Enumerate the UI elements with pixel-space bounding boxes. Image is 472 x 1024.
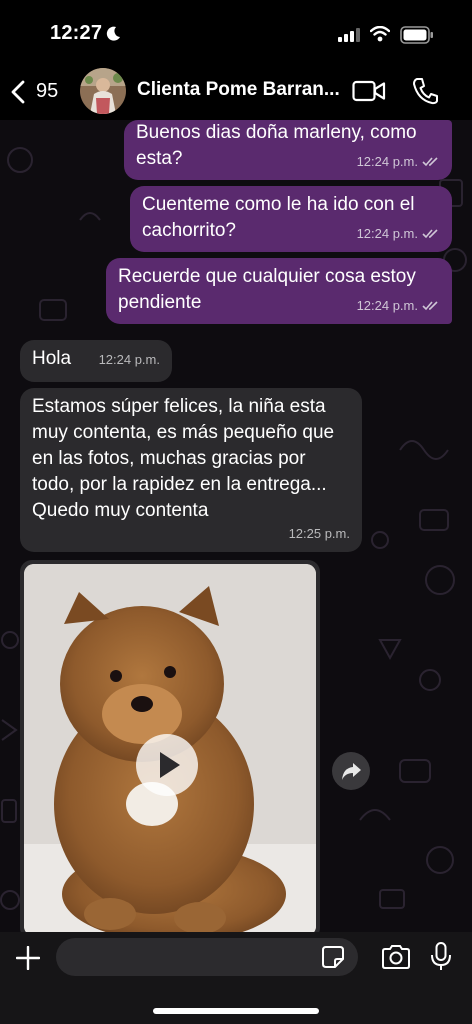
message-time: 12:24 p.m. bbox=[356, 226, 418, 241]
wifi-icon bbox=[370, 26, 390, 42]
mic-icon[interactable] bbox=[430, 942, 452, 972]
chevron-left-icon[interactable] bbox=[10, 80, 26, 104]
chat-header: 95 Clienta Pome Barran... bbox=[0, 66, 472, 120]
back-unread-count[interactable]: 95 bbox=[36, 80, 58, 103]
message-bubble-outgoing[interactable]: Recuerde que cualquier cosa estoy pendie… bbox=[106, 258, 452, 324]
status-time: 12:27 bbox=[50, 22, 103, 44]
message-time: 12:24 p.m. bbox=[356, 154, 418, 169]
forward-icon[interactable] bbox=[332, 752, 370, 790]
double-check-icon bbox=[422, 157, 438, 167]
message-meta: 12:24 p.m. bbox=[99, 347, 160, 373]
message-input[interactable] bbox=[56, 938, 358, 976]
message-meta: 12:24 p.m. bbox=[357, 293, 440, 319]
message-meta: 12:24 p.m. bbox=[357, 149, 440, 175]
message-bubble-incoming[interactable]: Estamos súper felices, la niña esta muy … bbox=[20, 388, 362, 552]
chat-area[interactable]: Buenos dias doña marleny, como esta? 12:… bbox=[0, 120, 472, 932]
message-meta: 12:25 p.m. bbox=[289, 521, 350, 547]
message-time: 12:25 p.m. bbox=[288, 526, 350, 541]
double-check-icon bbox=[422, 301, 438, 311]
plus-icon[interactable] bbox=[16, 946, 40, 970]
home-indicator bbox=[153, 1008, 319, 1014]
video-message-bubble[interactable] bbox=[20, 560, 320, 932]
message-text: Estamos súper felices, la niña esta muy … bbox=[32, 396, 335, 521]
play-icon[interactable] bbox=[136, 734, 198, 796]
message-time: 12:24 p.m. bbox=[356, 298, 418, 313]
message-bubble-incoming[interactable]: Hola 12:24 p.m. bbox=[20, 340, 172, 382]
avatar[interactable] bbox=[80, 68, 126, 114]
status-bar: 12:27 bbox=[0, 0, 472, 66]
message-time: 12:24 p.m. bbox=[98, 352, 160, 367]
video-call-icon[interactable] bbox=[352, 80, 386, 102]
message-meta: 12:24 p.m. bbox=[357, 221, 440, 247]
signal-icon bbox=[338, 28, 360, 42]
contact-name[interactable]: Clienta Pome Barran... bbox=[137, 79, 347, 101]
input-bar bbox=[0, 932, 472, 1024]
battery-icon bbox=[400, 26, 433, 44]
message-bubble-outgoing[interactable]: Buenos dias doña marleny, como esta? 12:… bbox=[124, 120, 452, 180]
message-bubble-outgoing[interactable]: Cuenteme como le ha ido con el cachorrit… bbox=[130, 186, 452, 252]
moon-icon bbox=[106, 26, 120, 41]
double-check-icon bbox=[422, 229, 438, 239]
sticker-icon[interactable] bbox=[322, 946, 344, 968]
camera-icon[interactable] bbox=[381, 945, 411, 969]
phone-icon[interactable] bbox=[412, 77, 438, 105]
